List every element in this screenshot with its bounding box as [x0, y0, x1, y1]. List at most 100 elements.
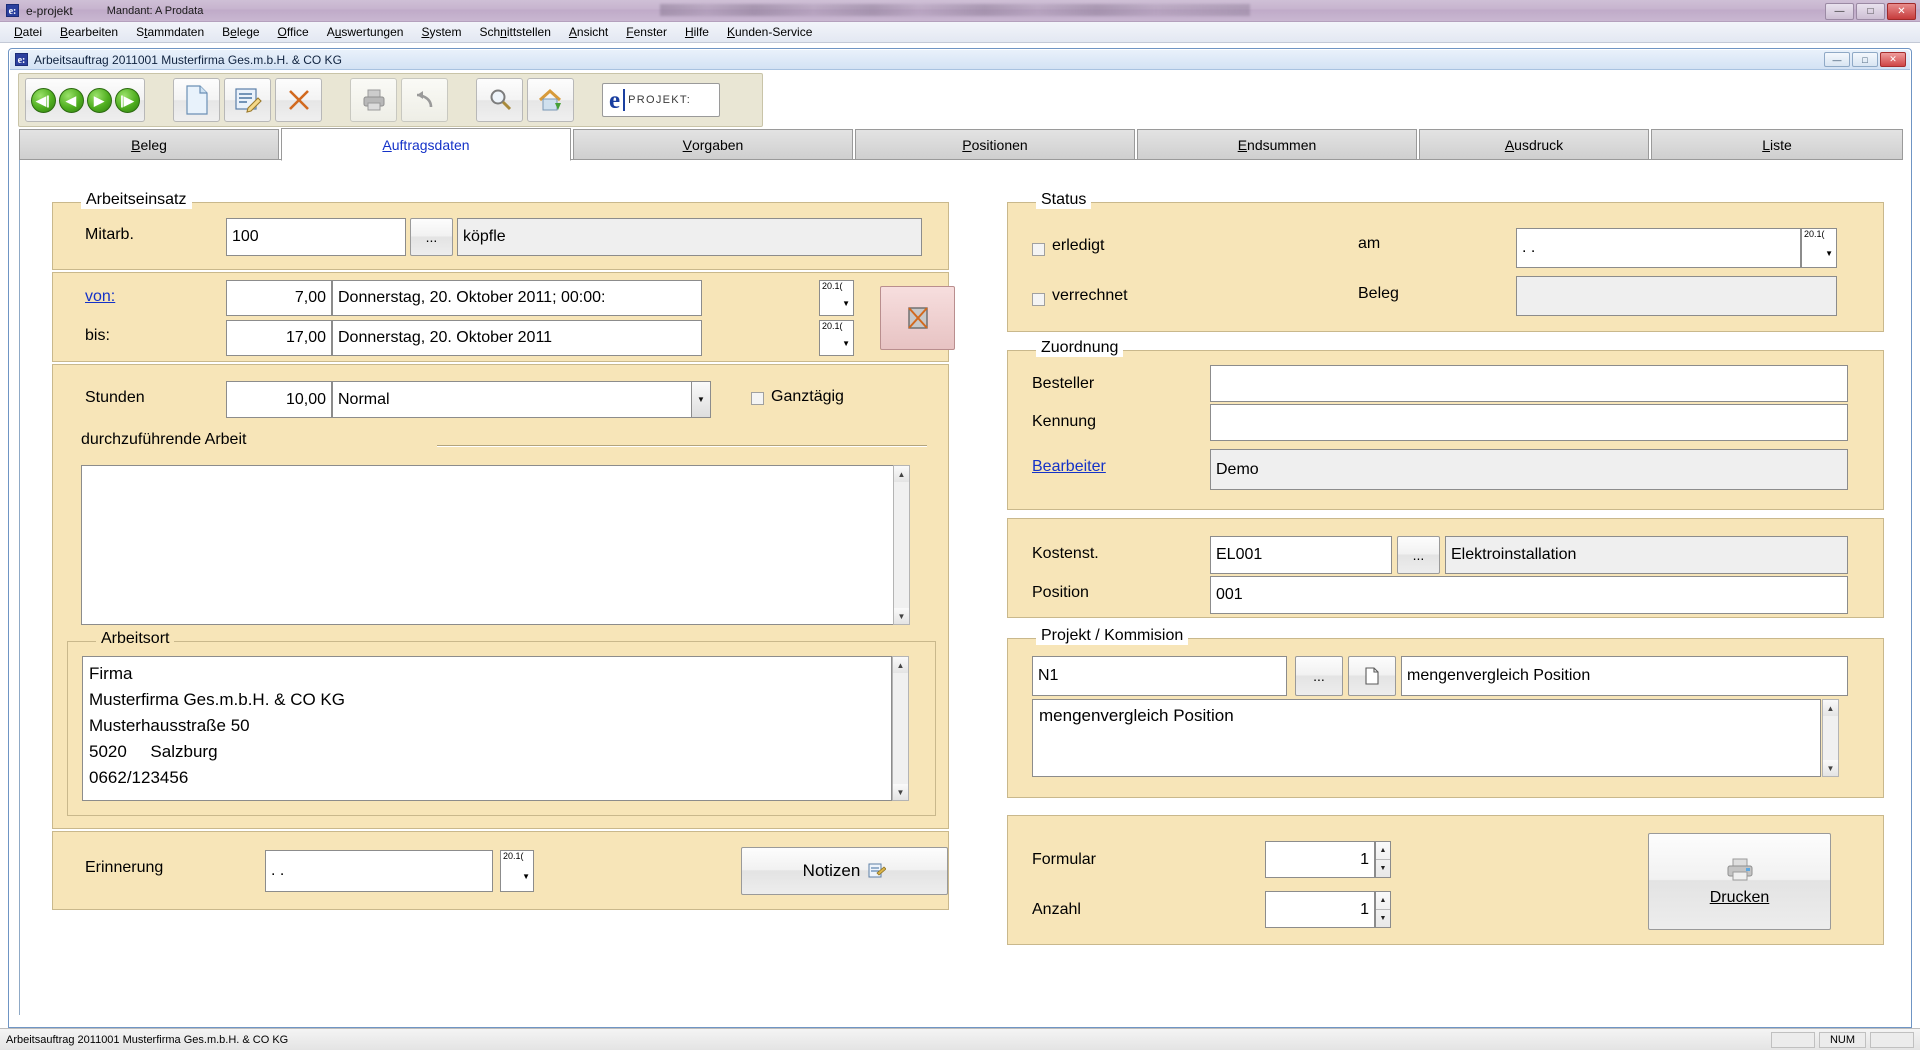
- arbeit-scrollbar[interactable]: ▲ ▼: [893, 465, 910, 625]
- undo-button[interactable]: [401, 78, 448, 122]
- tab-ausdruck[interactable]: Ausdruck: [1419, 129, 1649, 160]
- nav-first-icon[interactable]: ◀|: [30, 87, 56, 113]
- projekt-document-button[interactable]: [1348, 656, 1396, 696]
- projekt-browse-button[interactable]: ...: [1295, 656, 1343, 696]
- calculator-button[interactable]: [880, 286, 955, 350]
- von-hours-input[interactable]: 7,00: [226, 280, 332, 316]
- eprojekt-brand-button[interactable]: e PROJEKT:: [602, 83, 720, 117]
- menu-item-auswertungen[interactable]: Auswertungen: [318, 23, 413, 41]
- arbeitsort-scrollbar[interactable]: ▲ ▼: [892, 656, 909, 801]
- arbeit-scroll-up-arrow[interactable]: ▲: [894, 466, 909, 482]
- projekt-description-textarea[interactable]: mengenvergleich Position: [1032, 699, 1821, 777]
- search-button[interactable]: [476, 78, 523, 122]
- von-date-input[interactable]: Donnerstag, 20. Oktober 2011; 00:00:: [332, 280, 702, 316]
- application-title-bar: e: e-projekt Mandant: A Prodata — □ ✕: [0, 0, 1920, 22]
- von-date-picker[interactable]: 20.1( ▼: [819, 280, 854, 316]
- menu-item-schnittstellen[interactable]: Schnittstellen: [470, 23, 559, 41]
- projekt-name-field[interactable]: mengenvergleich Position: [1401, 656, 1848, 696]
- am-date-input[interactable]: . .: [1516, 228, 1801, 268]
- document-maximize-button[interactable]: □: [1852, 52, 1878, 67]
- print-button[interactable]: [350, 78, 397, 122]
- tab-endsummen[interactable]: Endsummen: [1137, 129, 1417, 160]
- arbeitsort-textarea[interactable]: Firma Musterfirma Ges.m.b.H. & CO KG Mus…: [82, 656, 892, 801]
- nav-prev-icon[interactable]: ◀: [58, 87, 84, 113]
- bis-date-picker[interactable]: 20.1( ▼: [819, 320, 854, 356]
- arbeitsort-scroll-up-arrow[interactable]: ▲: [893, 657, 908, 673]
- menu-item-kunden-service[interactable]: Kunden-Service: [718, 23, 821, 41]
- projekt-scroll-down-arrow[interactable]: ▼: [1823, 760, 1838, 776]
- menu-item-belege[interactable]: Belege: [213, 23, 268, 41]
- mitarb-browse-button[interactable]: ...: [410, 218, 453, 256]
- projekt-code-input[interactable]: N1: [1032, 656, 1287, 696]
- verrechnet-checkbox[interactable]: [1032, 293, 1045, 306]
- window-controls: — □ ✕: [1825, 3, 1916, 20]
- position-input[interactable]: 001: [1210, 576, 1848, 614]
- edit-document-button[interactable]: [224, 78, 271, 122]
- delete-button[interactable]: [275, 78, 322, 122]
- new-document-button[interactable]: [173, 78, 220, 122]
- menu-item-datei[interactable]: DDateiatei: [5, 23, 51, 41]
- formular-stepper-up[interactable]: ▲: [1376, 842, 1390, 860]
- erinnerung-date-picker-arrow[interactable]: ▼: [501, 861, 533, 891]
- group-kostenstelle: Kostenst. EL001 ... Elektroinstallation …: [1007, 518, 1884, 618]
- tab-positionen[interactable]: Positionen: [855, 129, 1135, 160]
- mitarb-input[interactable]: 100: [226, 218, 406, 256]
- menu-item-office[interactable]: Office: [269, 23, 318, 41]
- menu-item-stammdaten[interactable]: Stammdaten: [127, 23, 213, 41]
- arbeit-scroll-down-arrow[interactable]: ▼: [894, 608, 909, 624]
- kennung-input[interactable]: [1210, 404, 1848, 441]
- maximize-button[interactable]: □: [1856, 3, 1885, 20]
- menu-item-system[interactable]: System: [412, 23, 470, 41]
- menu-item-bearbeiten[interactable]: Bearbeiten: [51, 23, 127, 41]
- stunden-type-combo-arrow[interactable]: ▼: [692, 381, 711, 418]
- tab-beleg[interactable]: BBelegeleg: [19, 129, 279, 160]
- document-title-bar: e: Arbeitsauftrag 2011001 Musterfirma Ge…: [10, 50, 1910, 70]
- arbeit-textarea[interactable]: [81, 465, 910, 625]
- erinnerung-date-picker[interactable]: 20.1( ▼: [500, 850, 534, 892]
- tab-vorgaben[interactable]: Vorgaben: [573, 129, 853, 160]
- formular-stepper[interactable]: ▲ ▼: [1375, 841, 1391, 878]
- ganztaegig-checkbox[interactable]: [751, 392, 764, 405]
- anzahl-input[interactable]: 1: [1265, 891, 1375, 928]
- projekt-description-scrollbar[interactable]: ▲ ▼: [1822, 699, 1839, 777]
- stunden-type-combo[interactable]: Normal: [332, 381, 692, 418]
- formular-stepper-down[interactable]: ▼: [1376, 860, 1390, 877]
- am-date-picker[interactable]: 20.1( ▼: [1801, 228, 1837, 268]
- menu-item-fenster[interactable]: Fenster: [617, 23, 676, 41]
- notizen-button[interactable]: Notizen: [741, 847, 948, 895]
- bearbeiter-label[interactable]: Bearbeiter: [1032, 458, 1106, 476]
- bis-date-input[interactable]: Donnerstag, 20. Oktober 2011: [332, 320, 702, 356]
- menu-item-ansicht[interactable]: Ansicht: [560, 23, 617, 41]
- anzahl-stepper-down[interactable]: ▼: [1376, 910, 1390, 927]
- erinnerung-date-input[interactable]: . .: [265, 850, 493, 892]
- von-label[interactable]: von:: [85, 288, 115, 306]
- erledigt-checkbox[interactable]: [1032, 243, 1045, 256]
- document-close-button[interactable]: ✕: [1880, 52, 1906, 67]
- bis-date-picker-arrow[interactable]: ▼: [820, 331, 853, 355]
- application-title: e-projekt: [26, 3, 73, 18]
- navigation-button-group[interactable]: ◀| ◀ ▶ |▶: [25, 78, 145, 122]
- formular-input[interactable]: 1: [1265, 841, 1375, 878]
- nav-next-icon[interactable]: ▶: [86, 87, 112, 113]
- anzahl-stepper-up[interactable]: ▲: [1376, 892, 1390, 910]
- tab-auftragsdaten[interactable]: Auftragsdaten: [281, 128, 571, 161]
- arbeitsort-scroll-down-arrow[interactable]: ▼: [893, 784, 908, 800]
- nav-last-icon[interactable]: |▶: [114, 87, 140, 113]
- close-button[interactable]: ✕: [1887, 3, 1916, 20]
- von-date-picker-arrow[interactable]: ▼: [820, 291, 853, 315]
- drucken-button[interactable]: Drucken: [1648, 833, 1831, 930]
- besteller-input[interactable]: [1210, 365, 1848, 402]
- kostenst-input[interactable]: EL001: [1210, 536, 1392, 574]
- brand-text: PROJEKT:: [628, 94, 692, 106]
- document-minimize-button[interactable]: —: [1824, 52, 1850, 67]
- anzahl-stepper[interactable]: ▲ ▼: [1375, 891, 1391, 928]
- stunden-input[interactable]: 10,00: [226, 381, 332, 418]
- am-date-picker-arrow[interactable]: ▼: [1802, 239, 1836, 267]
- kostenst-browse-button[interactable]: ...: [1397, 536, 1440, 574]
- projekt-scroll-up-arrow[interactable]: ▲: [1823, 700, 1838, 716]
- minimize-button[interactable]: —: [1825, 3, 1854, 20]
- tab-liste[interactable]: Liste: [1651, 129, 1903, 160]
- home-button[interactable]: [527, 78, 574, 122]
- bis-hours-input[interactable]: 17,00: [226, 320, 332, 356]
- menu-item-hilfe[interactable]: Hilfe: [676, 23, 718, 41]
